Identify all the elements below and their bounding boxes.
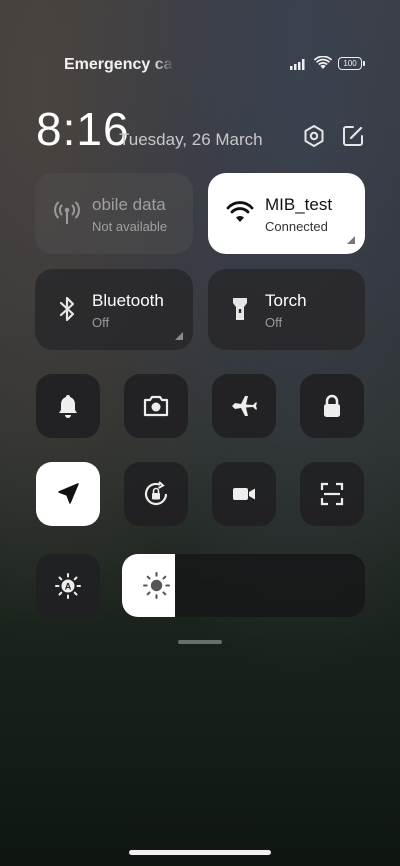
home-indicator[interactable]	[129, 850, 271, 855]
date: Tuesday, 26 March	[119, 130, 263, 149]
tile-subtitle: Off	[92, 315, 110, 330]
tile-subtitle: Connected	[265, 219, 328, 234]
tile-rotation-lock[interactable]	[124, 462, 188, 526]
tile-scanner[interactable]	[300, 462, 364, 526]
tile-airplane[interactable]	[212, 374, 276, 438]
tile-lock[interactable]	[300, 374, 364, 438]
tile-subtitle: Off	[265, 315, 283, 330]
torch-icon	[233, 298, 247, 320]
signal-icon	[290, 59, 305, 70]
tile-screenshot[interactable]	[124, 374, 188, 438]
bell-icon	[59, 395, 77, 418]
tile-bluetooth[interactable]: Bluetooth Off	[35, 269, 193, 350]
svg-text:A: A	[65, 582, 72, 592]
tile-wifi[interactable]: MIB_test Connected	[208, 173, 365, 254]
camera-icon	[143, 395, 169, 417]
tile-torch[interactable]: Torch Off	[208, 269, 365, 350]
video-camera-icon	[233, 488, 255, 500]
settings-icon[interactable]	[302, 124, 326, 148]
tile-screen-record[interactable]	[212, 462, 276, 526]
wifi-icon	[226, 201, 254, 222]
lock-icon	[324, 394, 340, 417]
auto-brightness-icon: A	[55, 573, 81, 599]
battery-icon: 100	[338, 57, 365, 70]
tile-title: MIB_test	[265, 195, 333, 214]
tile-title: obile data	[92, 195, 166, 214]
scan-icon	[320, 482, 344, 506]
carrier-text: Emergency calls only	[64, 56, 174, 73]
status-bar: Emergency calls only 100	[0, 52, 400, 76]
expand-corner-icon	[347, 236, 355, 244]
edit-icon[interactable]	[341, 124, 365, 148]
expand-corner-icon	[175, 332, 183, 340]
tile-subtitle: Not available	[92, 219, 168, 234]
tile-mobile-data[interactable]: obile data Not available	[35, 173, 193, 254]
tile-title: Bluetooth	[92, 291, 164, 310]
brightness-slider[interactable]	[122, 554, 365, 617]
clock: 8:16	[36, 103, 130, 155]
drag-handle[interactable]	[178, 640, 222, 644]
auto-brightness-button[interactable]: A	[36, 554, 100, 618]
tile-sound[interactable]	[36, 374, 100, 438]
location-arrow-icon	[58, 483, 79, 504]
tile-location[interactable]	[36, 462, 100, 526]
sun-icon	[143, 572, 170, 599]
antenna-icon	[54, 201, 80, 224]
rotation-lock-icon	[144, 481, 168, 506]
tile-title: Torch	[265, 291, 307, 310]
airplane-icon	[232, 396, 257, 416]
bluetooth-icon	[59, 296, 75, 322]
wifi-icon	[314, 56, 332, 69]
